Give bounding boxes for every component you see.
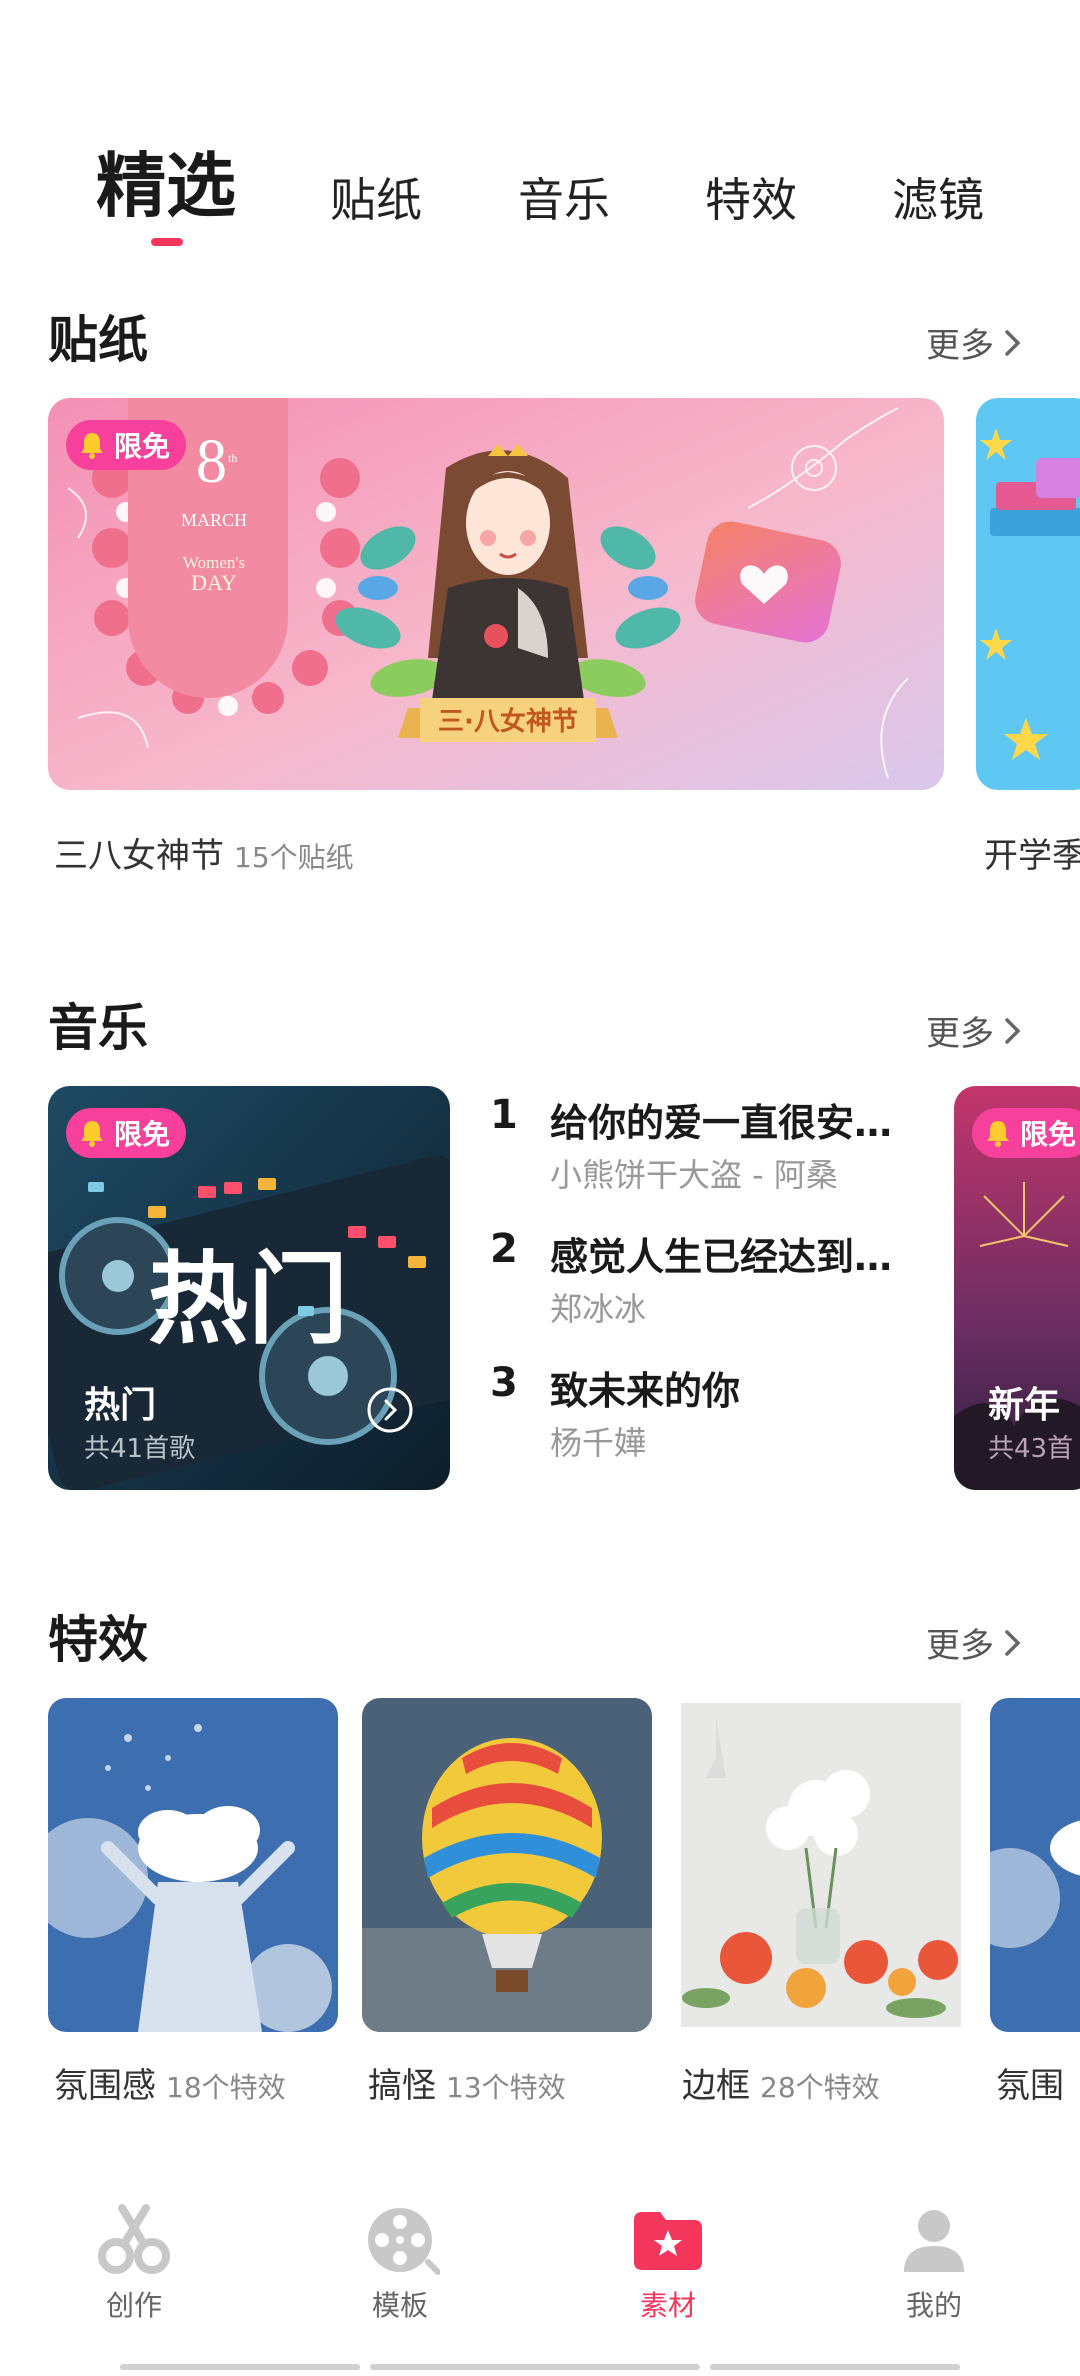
track-title: 感觉人生已经达到… bbox=[550, 1235, 893, 1279]
effect-card-atmosphere[interactable] bbox=[48, 1698, 338, 2032]
cloud-fireworks-thumbnail bbox=[48, 1698, 338, 2032]
bell-icon bbox=[81, 433, 103, 459]
tab-filters[interactable]: 滤镜 bbox=[892, 164, 984, 230]
tab-stickers[interactable]: 贴纸 bbox=[330, 164, 422, 230]
folder-star-icon bbox=[634, 2212, 702, 2270]
track-artist: 小熊饼干大盗 - 阿桑 bbox=[550, 1156, 838, 1194]
materials-page: 精选 贴纸 音乐 特效 滤镜 贴纸 更多 8 th MARCH Women's … bbox=[0, 0, 1080, 2376]
play-arrow-icon[interactable] bbox=[366, 1386, 414, 1434]
effect-caption-atmosphere: 氛围感 18个特效 bbox=[54, 2058, 286, 2107]
sticker-pack-card-womens-day[interactable]: 8 th MARCH Women's DAY 三·八女神节 限免 bbox=[48, 398, 944, 790]
top-tab-bar: 精选 贴纸 音乐 特效 滤镜 bbox=[0, 130, 1080, 260]
flowers-vase-thumbnail bbox=[676, 1698, 966, 2032]
sticker-pack-card-back-to-school[interactable] bbox=[976, 398, 1080, 790]
cloud-fireworks-thumbnail bbox=[990, 1698, 1080, 2032]
free-badge: 限免 bbox=[972, 1108, 1080, 1158]
effect-caption-atmosphere-2: 氛围 bbox=[996, 2058, 1064, 2107]
chevron-right-icon bbox=[1005, 1017, 1021, 1044]
person-icon bbox=[904, 2210, 964, 2272]
track-number: 2 bbox=[490, 1226, 518, 1272]
nav-label: 素材 bbox=[639, 2289, 696, 2322]
playlist-song-count: 共43首 bbox=[988, 1434, 1074, 1464]
free-badge-label: 限免 bbox=[114, 430, 171, 463]
effects-more-link[interactable]: 更多 bbox=[926, 1618, 1024, 1667]
pack-count: 15个贴纸 bbox=[234, 841, 354, 874]
effect-name: 边框 bbox=[682, 2066, 750, 2106]
effect-name: 氛围感 bbox=[54, 2066, 156, 2106]
scissors-icon bbox=[98, 2204, 170, 2274]
track-number: 1 bbox=[490, 1092, 518, 1138]
nav-label: 创作 bbox=[105, 2289, 162, 2322]
stickers-section-title: 贴纸 bbox=[48, 311, 148, 369]
nav-item-materials[interactable]: 素材 bbox=[598, 2200, 738, 2324]
bell-icon bbox=[81, 1121, 103, 1147]
effect-name: 氛围 bbox=[996, 2066, 1064, 2106]
nav-item-templates[interactable]: 模板 bbox=[330, 2200, 470, 2324]
film-reel-icon bbox=[368, 2208, 440, 2275]
playlist-name: 新年 bbox=[988, 1385, 1061, 1426]
ribbon-text: 三·八女神节 bbox=[438, 706, 578, 737]
playlist-card-new-year[interactable]: 限免 新年 共43首 bbox=[954, 1086, 1080, 1490]
effect-card-atmosphere-2[interactable] bbox=[990, 1698, 1080, 2032]
free-badge: 限免 bbox=[66, 1108, 187, 1158]
svg-text:th: th bbox=[228, 451, 237, 465]
track-title: 致未来的你 bbox=[550, 1369, 741, 1413]
track-artist: 郑冰冰 bbox=[550, 1290, 647, 1328]
effect-caption-border: 边框 28个特效 bbox=[682, 2058, 880, 2107]
track-title: 给你的爱一直很安… bbox=[550, 1101, 893, 1145]
effects-section-title: 特效 bbox=[48, 1611, 148, 1669]
effect-count: 18个特效 bbox=[166, 2071, 286, 2104]
track-number: 3 bbox=[490, 1360, 518, 1406]
cover-text: 热门 bbox=[148, 1241, 348, 1358]
tab-effects[interactable]: 特效 bbox=[705, 164, 797, 230]
nav-item-profile[interactable]: 我的 bbox=[864, 2200, 1004, 2324]
track-artist: 杨千嬅 bbox=[550, 1424, 647, 1462]
pack-name: 三八女神节 bbox=[54, 836, 224, 876]
free-badge: 限免 bbox=[66, 420, 187, 470]
sticker-pack-caption-back-to-school: 开学季 bbox=[984, 828, 1080, 877]
active-tab-indicator bbox=[151, 238, 183, 246]
playlist-song-count: 共41首歌 bbox=[84, 1434, 196, 1464]
more-label: 更多 bbox=[926, 326, 994, 366]
chevron-right-icon bbox=[1005, 329, 1021, 356]
nav-label: 模板 bbox=[371, 2289, 428, 2322]
music-more-link[interactable]: 更多 bbox=[926, 1006, 1024, 1055]
bottom-nav-bar: 创作 模板 素材 我的 bbox=[0, 2180, 1080, 2376]
effect-caption-funny: 搞怪 13个特效 bbox=[368, 2058, 566, 2107]
svg-text:DAY: DAY bbox=[191, 570, 237, 595]
music-section-title: 音乐 bbox=[48, 999, 148, 1057]
banner-day-number: 8 bbox=[196, 428, 227, 496]
effect-count: 28个特效 bbox=[760, 2071, 880, 2104]
effect-card-border[interactable] bbox=[676, 1698, 966, 2032]
nav-label: 我的 bbox=[905, 2289, 962, 2322]
playlist-name: 热门 bbox=[84, 1385, 157, 1426]
stickers-more-link[interactable]: 更多 bbox=[926, 318, 1024, 367]
tab-featured[interactable]: 精选 bbox=[96, 130, 236, 231]
effect-count: 13个特效 bbox=[446, 2071, 566, 2104]
pack-name: 开学季 bbox=[984, 836, 1080, 876]
more-label: 更多 bbox=[926, 1014, 994, 1054]
gesture-bar bbox=[120, 2364, 960, 2370]
free-badge-label: 限免 bbox=[114, 1118, 171, 1151]
more-label: 更多 bbox=[926, 1626, 994, 1666]
bell-icon bbox=[987, 1121, 1009, 1147]
back-to-school-banner-image bbox=[976, 398, 1080, 790]
tab-music[interactable]: 音乐 bbox=[518, 164, 610, 230]
nav-item-create[interactable]: 创作 bbox=[64, 2200, 204, 2324]
effect-name: 搞怪 bbox=[368, 2066, 436, 2106]
free-badge-label: 限免 bbox=[1020, 1118, 1077, 1151]
sticker-pack-caption-womens-day: 三八女神节 15个贴纸 bbox=[54, 828, 354, 877]
chevron-right-icon bbox=[1005, 1629, 1021, 1656]
svg-text:MARCH: MARCH bbox=[181, 510, 247, 530]
playlist-card-hot[interactable]: 热门 限免 热门 共41首歌 bbox=[48, 1086, 450, 1490]
hot-air-balloon-thumbnail bbox=[362, 1698, 652, 2032]
effect-card-funny[interactable] bbox=[362, 1698, 652, 2032]
